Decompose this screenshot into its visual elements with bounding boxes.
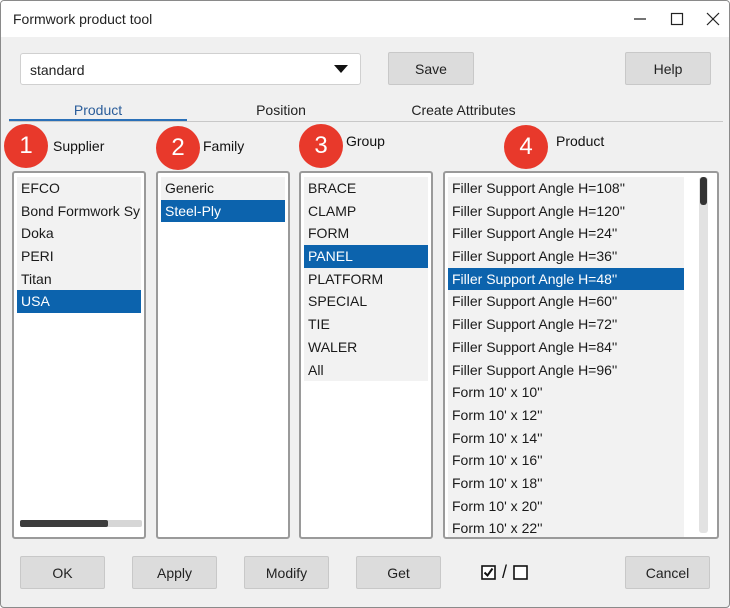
group-list-item[interactable]: WALER [304,335,428,359]
product-list-item[interactable]: Filler Support Angle H=84'' [448,335,684,359]
supplier-horizontal-scrollbar[interactable] [20,520,142,527]
group-list-item[interactable]: PANEL [304,245,428,268]
close-icon [706,12,720,26]
close-button[interactable] [699,7,727,31]
title-bar[interactable]: Formwork product tool [1,1,729,37]
minimize-button[interactable] [626,7,654,31]
cancel-button[interactable]: Cancel [625,556,710,589]
product-vertical-scrollbar[interactable] [699,177,708,533]
select-toggle-group: / [481,563,528,581]
product-list-item[interactable]: Form 10' x 14'' [448,426,684,450]
get-button[interactable]: Get [356,556,441,589]
product-list-item[interactable]: Filler Support Angle H=72'' [448,313,684,336]
chevron-down-icon [334,65,348,73]
scrollbar-thumb[interactable] [700,177,707,205]
window-title: Formwork product tool [13,11,153,27]
group-label: Group [346,133,385,149]
group-list-item[interactable]: PLATFORM [304,267,428,291]
product-list-item[interactable]: Filler Support Angle H=48'' [448,267,684,291]
family-list[interactable]: Generic Steel-Ply [156,171,290,539]
group-list-item[interactable]: CLAMP [304,199,428,223]
preset-value: standard [30,62,85,78]
product-list-item[interactable]: Filler Support Angle H=96'' [448,358,684,382]
product-list-item[interactable]: Filler Support Angle H=36'' [448,245,684,268]
supplier-list-item[interactable]: EFCO [17,177,141,200]
group-list[interactable]: BRACE CLAMP FORM PANEL PLATFORM SPECIAL TIE WAL… [299,171,433,539]
product-list-item[interactable]: Filler Support Angle H=60'' [448,290,684,314]
apply-button[interactable]: Apply [132,556,217,589]
maximize-button[interactable] [663,7,691,31]
group-list-item[interactable]: All [304,358,428,382]
product-list-item[interactable]: Form 10' x 18'' [448,471,684,495]
product-list-item[interactable]: Form 10' x 12'' [448,403,684,427]
formwork-dialog: Formwork product tool standard Save Help… [0,0,730,608]
family-list-item[interactable]: Generic [161,177,285,200]
supplier-list-item[interactable]: Titan [17,267,141,291]
maximize-icon [670,12,684,26]
scrollbar-thumb[interactable] [20,520,108,527]
step-badge-group: 3 [299,124,343,168]
product-list-item[interactable]: Filler Support Angle H=108'' [448,177,684,200]
tab-position[interactable]: Position [191,102,371,118]
product-list[interactable]: Filler Support Angle H=108'' Filler Suppo… [443,171,719,539]
uncheck-all-icon[interactable] [513,564,528,580]
group-list-item[interactable]: TIE [304,313,428,336]
supplier-list[interactable]: EFCO Bond Formwork Sy Doka PERI Titan USA [12,171,146,539]
product-list-item[interactable]: Form 10' x 20'' [448,494,684,518]
supplier-list-item[interactable]: USA [17,290,141,314]
product-list-item[interactable]: Filler Support Angle H=24'' [448,222,684,246]
family-label: Family [203,138,245,154]
tab-create-attributes[interactable]: Create Attributes [371,102,556,118]
toggle-separator: / [502,562,508,582]
supplier-list-item[interactable]: PERI [17,245,141,268]
preset-dropdown[interactable]: standard [20,53,361,85]
group-list-item[interactable]: FORM [304,222,428,246]
group-list-item[interactable]: SPECIAL [304,290,428,314]
ok-button[interactable]: OK [20,556,105,589]
step-badge-family: 2 [156,126,200,170]
tab-divider [9,121,723,122]
supplier-label: Supplier [53,138,105,154]
tab-product[interactable]: Product [9,102,187,118]
supplier-list-item[interactable]: Bond Formwork Sy [17,199,141,223]
product-list-item[interactable]: Filler Support Angle H=120'' [448,199,684,223]
product-list-item[interactable]: Form 10' x 16'' [448,449,684,472]
modify-button[interactable]: Modify [244,556,329,589]
minimize-icon [634,18,646,20]
supplier-list-item[interactable]: Doka [17,222,141,246]
check-all-icon[interactable] [481,564,496,580]
step-badge-supplier: 1 [4,124,48,168]
group-list-item[interactable]: BRACE [304,177,428,200]
product-list-item[interactable]: Form 10' x 22'' [448,517,684,537]
product-list-item[interactable]: Form 10' x 10'' [448,381,684,404]
save-button[interactable]: Save [388,52,474,85]
family-list-item[interactable]: Steel-Ply [161,199,285,223]
product-label: Product [556,133,605,149]
help-button[interactable]: Help [625,52,711,85]
step-badge-product: 4 [504,125,548,169]
